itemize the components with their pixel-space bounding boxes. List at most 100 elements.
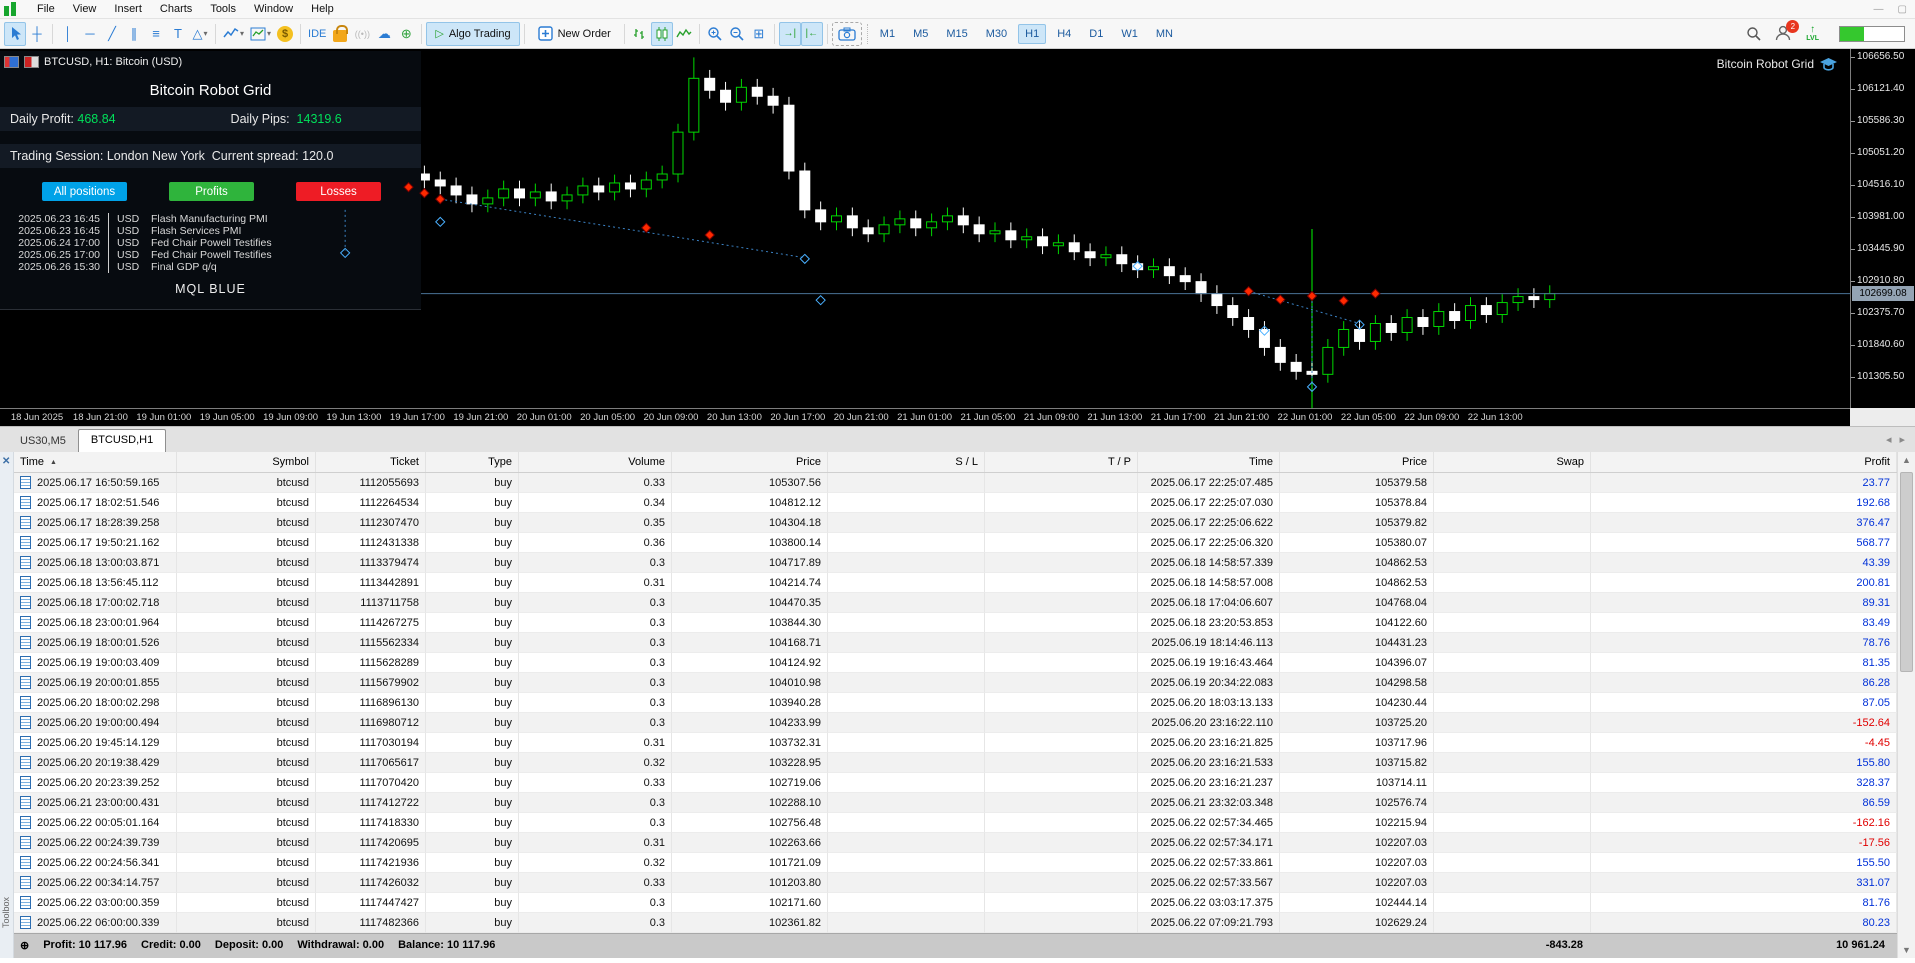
tab-btcusd-h1[interactable]: BTCUSD,H1 (77, 429, 167, 452)
col-header-type-3[interactable]: Type (426, 452, 519, 472)
scroll-thumb[interactable] (1900, 472, 1913, 672)
zoom-in-icon[interactable] (704, 22, 726, 46)
table-row[interactable]: 2025.06.17 19:50:21.162 btcusd 1112431338 b… (14, 533, 1897, 553)
market-icon[interactable] (329, 22, 351, 46)
table-row[interactable]: 2025.06.20 19:00:00.494 btcusd 1116980712 b… (14, 713, 1897, 733)
table-row[interactable]: 2025.06.20 19:45:14.129 btcusd 1117030194 b… (14, 733, 1897, 753)
algo-trading-button[interactable]: ▷ Algo Trading (426, 21, 520, 46)
bar-chart-mode-icon[interactable] (629, 22, 651, 46)
new-order-button[interactable]: New Order (529, 22, 620, 46)
time-axis[interactable]: 18 Jun 2025 18 Jun 21:00 19 Jun 01:00 19 Ju… (0, 408, 1850, 426)
table-header[interactable]: Time ▲ Symbol Ticket Type Volume Price S / LT /… (14, 452, 1897, 473)
timeframe-M5[interactable]: M5 (906, 24, 935, 44)
chart-shift-icon[interactable]: →| (778, 21, 801, 46)
plus-circle-icon[interactable]: ⊕ (20, 939, 29, 952)
menu-charts[interactable]: Charts (151, 1, 201, 17)
channel-icon[interactable]: ∥ (123, 22, 145, 46)
payments-icon[interactable]: $ (274, 22, 296, 46)
tabs-prev-icon[interactable]: ◂ (1886, 433, 1892, 446)
crosshair-tool-icon[interactable]: ┼ (26, 22, 48, 46)
col-header-price-9[interactable]: Price (1280, 452, 1434, 472)
col-header-tp-7[interactable]: T / P (985, 452, 1138, 472)
menu-view[interactable]: View (64, 1, 106, 17)
table-row[interactable]: 2025.06.19 20:00:01.855 btcusd 1115679902 b… (14, 673, 1897, 693)
table-row[interactable]: 2025.06.22 00:05:01.164 btcusd 1117418330 b… (14, 813, 1897, 833)
table-row[interactable]: 2025.06.22 00:34:14.757 btcusd 1117426032 b… (14, 873, 1897, 893)
menu-help[interactable]: Help (302, 1, 343, 17)
menu-window[interactable]: Window (245, 1, 302, 17)
timeframe-H1[interactable]: H1 (1018, 23, 1047, 44)
one-click-trading-icon[interactable] (24, 56, 39, 68)
scroll-down-icon[interactable]: ▼ (1898, 942, 1915, 958)
col-header-time-0[interactable]: Time ▲ (14, 452, 177, 472)
search-icon[interactable] (1746, 26, 1762, 42)
trendline-icon[interactable]: ╱ (101, 22, 123, 46)
timeframe-W1[interactable]: W1 (1114, 24, 1145, 44)
col-header-profit-11[interactable]: Profit (1591, 452, 1897, 472)
table-row[interactable]: 2025.06.18 13:00:03.871 btcusd 1113379474 b… (14, 553, 1897, 573)
toolbox-close-icon[interactable]: ✕ (2, 456, 10, 467)
table-row[interactable]: 2025.06.18 23:00:01.964 btcusd 1114267275 b… (14, 613, 1897, 633)
shapes-icon[interactable]: △ ▾ (189, 22, 211, 46)
cloud-icon[interactable]: ☁ (373, 22, 395, 46)
table-scrollbar[interactable]: ▲ ▼ (1897, 452, 1915, 958)
timeframe-M1[interactable]: M1 (873, 24, 902, 44)
table-row[interactable]: 2025.06.22 00:24:39.739 btcusd 1117420695 b… (14, 833, 1897, 853)
ea-button-profits[interactable]: Profits (169, 182, 254, 201)
horizontal-line-icon[interactable]: ─ (79, 22, 101, 46)
table-row[interactable]: 2025.06.21 23:00:00.431 btcusd 1117412722 b… (14, 793, 1897, 813)
notifications-button[interactable]: 2 (1774, 19, 1800, 44)
price-axis[interactable]: 106656.50 106121.40 105586.30 105051.20 1045… (1850, 49, 1915, 408)
depth-of-market-icon[interactable] (4, 56, 19, 68)
col-header-sl-6[interactable]: S / L (828, 452, 985, 472)
graduation-cap-icon[interactable] (1820, 57, 1837, 71)
tab-us30-m5[interactable]: US30,M5 (8, 431, 78, 452)
zoom-out-icon[interactable] (726, 22, 748, 46)
table-row[interactable]: 2025.06.19 19:00:03.409 btcusd 1115628289 b… (14, 653, 1897, 673)
timeframe-MN[interactable]: MN (1149, 24, 1180, 44)
tile-windows-icon[interactable]: ⊞ (748, 22, 770, 46)
minimize-icon[interactable]: — (1874, 4, 1884, 15)
auto-scroll-icon[interactable]: |← (800, 21, 823, 46)
menu-file[interactable]: File (28, 1, 64, 17)
tabs-next-icon[interactable]: ▸ (1899, 433, 1905, 446)
table-row[interactable]: 2025.06.19 18:00:01.526 btcusd 1115562334 b… (14, 633, 1897, 653)
fibonacci-icon[interactable]: ≡ (145, 22, 167, 46)
timeframe-M15[interactable]: M15 (939, 24, 974, 44)
screenshot-button[interactable] (831, 21, 862, 46)
chart-template-icon[interactable]: ▾ (247, 22, 274, 46)
timeframe-D1[interactable]: D1 (1082, 24, 1110, 44)
maximize-icon[interactable]: ▢ (1898, 4, 1907, 15)
table-row[interactable]: 2025.06.22 03:00:00.359 btcusd 1117447427 b… (14, 893, 1897, 913)
col-header-swap-10[interactable]: Swap (1434, 452, 1591, 472)
table-row[interactable]: 2025.06.18 17:00:02.718 btcusd 1113711758 b… (14, 593, 1897, 613)
col-header-symbol-1[interactable]: Symbol (177, 452, 316, 472)
menu-tools[interactable]: Tools (201, 1, 245, 17)
ea-button-losses[interactable]: Losses (296, 182, 381, 201)
text-tool-icon[interactable]: T (167, 22, 189, 46)
timeframe-H4[interactable]: H4 (1050, 24, 1078, 44)
ide-button[interactable]: IDE (305, 22, 329, 46)
vertical-line-icon[interactable]: │ (57, 22, 79, 46)
timeframe-M30[interactable]: M30 (979, 24, 1014, 44)
table-row[interactable]: 2025.06.17 18:28:39.258 btcusd 1112307470 b… (14, 513, 1897, 533)
col-header-time-8[interactable]: Time (1138, 452, 1280, 472)
col-header-volume-4[interactable]: Volume (519, 452, 672, 472)
table-row[interactable]: 2025.06.20 20:23:39.252 btcusd 1117070420 b… (14, 773, 1897, 793)
indicators-icon[interactable]: ▾ (220, 22, 247, 46)
table-row[interactable]: 2025.06.18 13:56:45.112 btcusd 1113442891 b… (14, 573, 1897, 593)
level-indicator[interactable]: ↑ LVL (1806, 25, 1819, 43)
col-header-ticket-2[interactable]: Ticket (316, 452, 426, 472)
menu-insert[interactable]: Insert (105, 1, 151, 17)
table-row[interactable]: 2025.06.22 00:24:56.341 btcusd 1117421936 b… (14, 853, 1897, 873)
table-row[interactable]: 2025.06.20 18:00:02.298 btcusd 1116896130 b… (14, 693, 1897, 713)
chart-area[interactable]: 106656.50 106121.40 105586.30 105051.20 1045… (0, 49, 1915, 426)
table-row[interactable]: 2025.06.17 18:02:51.546 btcusd 1112264534 b… (14, 493, 1897, 513)
table-row[interactable]: 2025.06.22 06:00:00.339 btcusd 1117482366 b… (14, 913, 1897, 933)
table-row[interactable]: 2025.06.17 16:50:59.165 btcusd 1112055693 b… (14, 473, 1897, 493)
ea-button-all-positions[interactable]: All positions (42, 182, 127, 201)
scroll-up-icon[interactable]: ▲ (1898, 452, 1915, 468)
community-icon[interactable]: ⊕ (395, 22, 417, 46)
cursor-tool-icon[interactable] (4, 21, 26, 46)
line-chart-mode-icon[interactable] (673, 22, 695, 46)
